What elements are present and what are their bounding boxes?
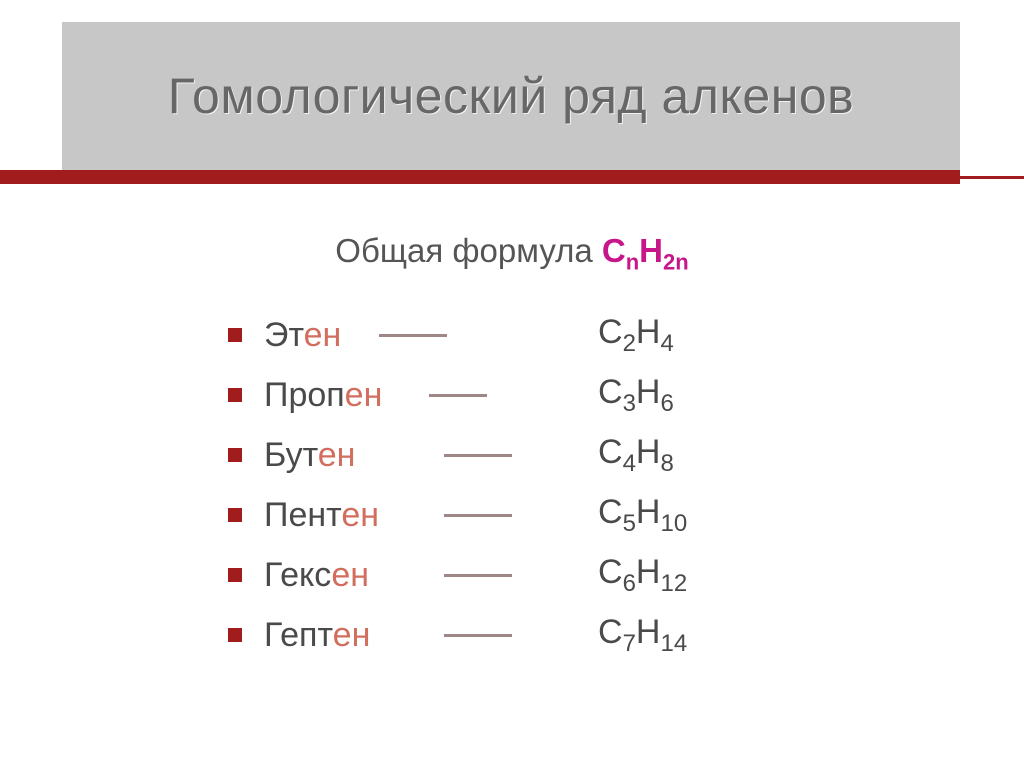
list-item: Гексен C6H12 (228, 545, 868, 605)
subtitle: Общая формула CnH2n (0, 232, 1024, 276)
bullet-icon (228, 568, 242, 582)
list-item: Пропен C3H6 (228, 365, 868, 425)
name-suffix: ен (345, 376, 383, 414)
name-root: Эт (264, 316, 304, 354)
f-h-sub: 4 (660, 329, 673, 356)
title-band: Гомологический ряд алкенов (62, 22, 960, 170)
f-h-sub: 10 (660, 509, 687, 536)
molecular-formula: C3H6 (598, 373, 674, 418)
f-h: H (636, 433, 661, 471)
f-c-sub: 3 (623, 389, 636, 416)
f-h-sub: 12 (660, 569, 687, 596)
f-h: H (636, 553, 661, 591)
gf-c: C (602, 232, 626, 269)
f-c: C (598, 433, 623, 471)
name-suffix: ен (304, 316, 342, 354)
bullet-icon (228, 388, 242, 402)
name-suffix: ен (318, 436, 356, 474)
divider-thin (960, 176, 1024, 179)
gf-h: H (639, 232, 663, 269)
f-c-sub: 7 (623, 629, 636, 656)
list-item: Этен C2H4 (228, 305, 868, 365)
f-c-sub: 5 (623, 509, 636, 536)
gf-c-sub: n (626, 250, 639, 275)
list: ЭтенC2H4ПропенC3H6БутенC4H8ПентенC5H10Ге… (228, 305, 868, 665)
connector-line (444, 514, 512, 517)
molecular-formula: C2H4 (598, 313, 674, 358)
subtitle-prefix: Общая формула (335, 232, 602, 269)
molecular-formula: C7H14 (598, 613, 687, 658)
compound-name: Бутен (264, 436, 464, 475)
name-root: Гепт (264, 616, 333, 654)
divider-bar (0, 170, 1024, 184)
f-h-sub: 8 (660, 449, 673, 476)
compound-name: Гексен (264, 556, 464, 595)
f-c-sub: 6 (623, 569, 636, 596)
connector-line (429, 394, 487, 397)
f-h: H (636, 373, 661, 411)
name-suffix: ен (341, 496, 379, 534)
f-c: C (598, 373, 623, 411)
f-c: C (598, 493, 623, 531)
f-c: C (598, 613, 623, 651)
compound-name: Гептен (264, 616, 464, 655)
f-c-sub: 4 (623, 449, 636, 476)
list-item: Бутен C4H8 (228, 425, 868, 485)
bullet-icon (228, 448, 242, 462)
connector-line (444, 454, 512, 457)
f-c: C (598, 553, 623, 591)
f-h-sub: 14 (660, 629, 687, 656)
slide-title: Гомологический ряд алкенов (168, 67, 854, 125)
name-suffix: ен (333, 616, 371, 654)
connector-line (444, 574, 512, 577)
f-h: H (636, 613, 661, 651)
connector-line (444, 634, 512, 637)
list-item: Гептен C7H14 (228, 605, 868, 665)
f-h: H (636, 313, 661, 351)
name-root: Бут (264, 436, 318, 474)
bullet-icon (228, 328, 242, 342)
divider-thin-wrap (960, 170, 1024, 184)
molecular-formula: C6H12 (598, 553, 687, 598)
f-c: C (598, 313, 623, 351)
slide: Гомологический ряд алкенов Общая формула… (0, 0, 1024, 767)
connector-line (379, 334, 447, 337)
molecular-formula: C4H8 (598, 433, 674, 478)
name-root: Гекс (264, 556, 331, 594)
bullet-icon (228, 508, 242, 522)
molecular-formula: C5H10 (598, 493, 687, 538)
bullet-icon (228, 628, 242, 642)
name-root: Пент (264, 496, 341, 534)
f-h: H (636, 493, 661, 531)
gf-h-sub: 2n (663, 250, 689, 275)
f-c-sub: 2 (623, 329, 636, 356)
name-root: Проп (264, 376, 345, 414)
list-item: Пентен C5H10 (228, 485, 868, 545)
f-h-sub: 6 (660, 389, 673, 416)
general-formula: CnH2n (602, 232, 689, 269)
name-suffix: ен (331, 556, 369, 594)
divider-thick (0, 170, 960, 184)
compound-name: Пентен (264, 496, 464, 535)
